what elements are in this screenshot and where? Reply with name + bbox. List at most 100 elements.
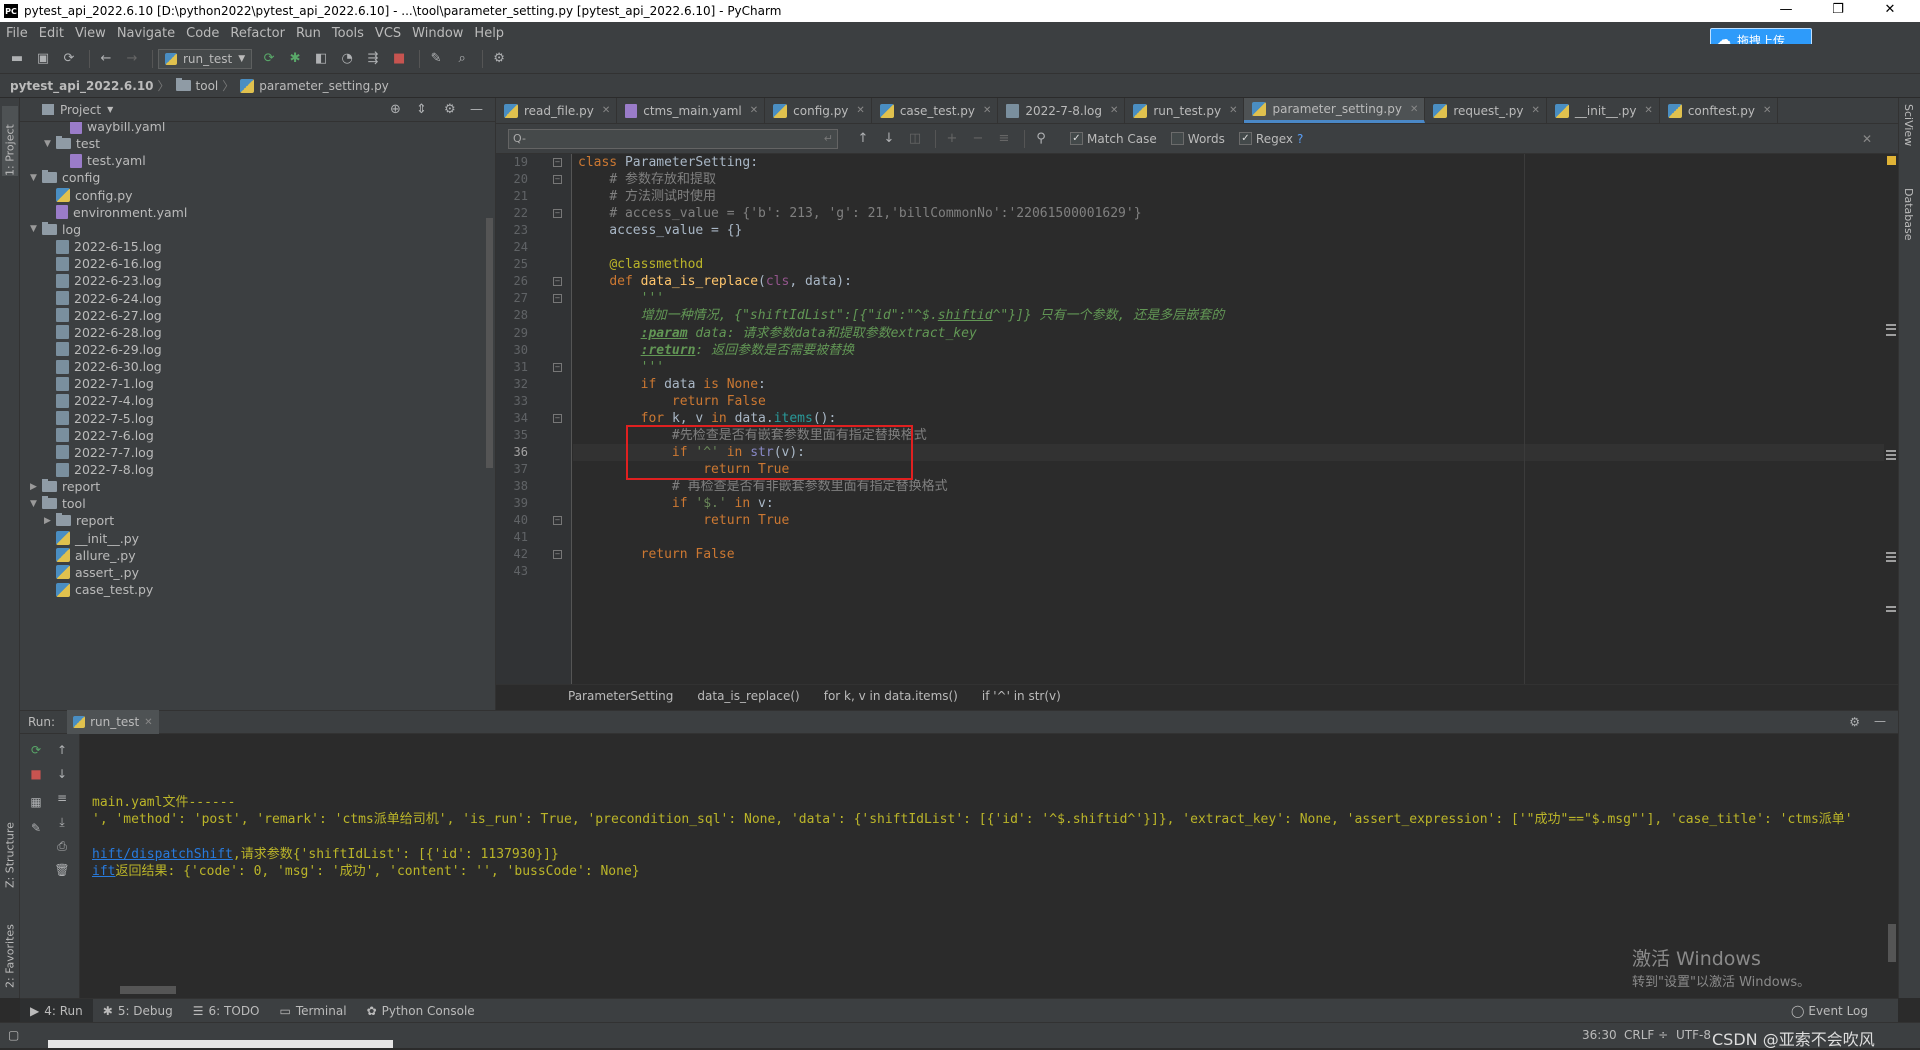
tree-item[interactable]: __init__.py: [44, 530, 139, 547]
close-tab-icon[interactable]: ✕: [602, 105, 610, 116]
find-input[interactable]: Q- ↵: [508, 128, 838, 149]
code-line[interactable]: # 参数存放和提取: [578, 171, 716, 188]
editor-breadcrumb-item[interactable]: for k, v in data.items(): [824, 689, 958, 703]
tree-item[interactable]: 2022-6-16.log: [44, 255, 162, 272]
project-panel-title[interactable]: Project: [60, 103, 101, 117]
tree-item[interactable]: 2022-6-23.log: [44, 272, 162, 289]
add-selection-icon[interactable]: +: [941, 128, 963, 150]
chevron-right-icon[interactable]: ▶: [44, 516, 56, 526]
debug-icon[interactable]: ✱: [284, 48, 306, 70]
fold-marker-icon[interactable]: −: [553, 277, 562, 287]
maximize-button[interactable]: ❐: [1812, 0, 1864, 22]
profile-icon[interactable]: ◔: [336, 48, 358, 70]
editor-breadcrumb-item[interactable]: ParameterSetting: [568, 689, 673, 703]
hide-icon[interactable]: —: [1874, 714, 1886, 728]
menu-item-tools[interactable]: Tools: [332, 26, 364, 41]
fold-marker-icon[interactable]: −: [553, 158, 562, 167]
sync-icon[interactable]: ⟳: [58, 48, 80, 70]
tree-item[interactable]: test.yaml: [58, 152, 146, 169]
coverage-icon[interactable]: ◧: [310, 48, 332, 70]
chevron-down-icon[interactable]: ▼: [30, 173, 42, 183]
checkbox-checked-icon[interactable]: ✓: [1070, 132, 1083, 145]
tree-item[interactable]: ▶ report: [44, 512, 114, 529]
tree-item[interactable]: 2022-7-4.log: [44, 392, 154, 409]
close-tab-icon[interactable]: ✕: [750, 105, 758, 116]
back-icon[interactable]: ←: [95, 48, 117, 70]
editor-tab[interactable]: conftest.py ✕: [1660, 98, 1779, 123]
bottom-tab[interactable]: ▶ 4: Run: [20, 998, 93, 1023]
editor-tab[interactable]: case_test.py ✕: [872, 98, 999, 123]
code-line[interactable]: :param data: 请求参数data和提取参数extract_key: [578, 325, 977, 342]
filter-icon[interactable]: ⚲: [1030, 128, 1052, 150]
bottom-tab[interactable]: ☰ 6: TODO: [183, 999, 270, 1023]
menu-item-code[interactable]: Code: [186, 26, 219, 41]
tree-item[interactable]: assert_.py: [44, 564, 139, 581]
chevron-down-icon[interactable]: ▼: [30, 224, 42, 234]
match-case-option[interactable]: ✓ Match Case: [1070, 132, 1157, 146]
favorites-tool-tab[interactable]: 2: Favorites: [2, 908, 18, 988]
run-config-select[interactable]: run_test ▼: [158, 48, 253, 69]
stop-icon[interactable]: ■: [26, 764, 46, 784]
vcs-icon[interactable]: ⚙: [488, 48, 510, 70]
layout-icon[interactable]: ▦: [26, 792, 46, 812]
menu-item-navigate[interactable]: Navigate: [117, 26, 175, 41]
tree-item[interactable]: 2022-7-6.log: [44, 427, 154, 444]
close-tab-icon[interactable]: ✕: [144, 717, 152, 728]
previous-occurrence-icon[interactable]: ↑: [852, 128, 874, 150]
fold-marker-icon[interactable]: −: [553, 516, 562, 526]
chevron-down-icon[interactable]: ▼: [107, 105, 113, 114]
chevron-right-icon[interactable]: ▶: [30, 482, 42, 492]
editor-tab[interactable]: request_.py ✕: [1425, 98, 1547, 123]
project-scrollbar[interactable]: [486, 218, 493, 468]
bottom-tab[interactable]: ✱ 5: Debug: [93, 999, 183, 1023]
code-line[interactable]: return False: [578, 546, 735, 563]
fold-marker-icon[interactable]: −: [553, 413, 562, 423]
remove-selection-icon[interactable]: −: [967, 128, 989, 150]
code-line[interactable]: @classmethod: [578, 256, 703, 273]
code-line[interactable]: return True: [578, 512, 789, 529]
soft-wrap-icon[interactable]: ≡: [52, 788, 72, 808]
code-line[interactable]: 增加一种情况, {"shiftIdList":[{"id":"^$.shifti…: [578, 307, 1225, 324]
menu-item-edit[interactable]: Edit: [39, 26, 64, 41]
warning-icon[interactable]: [1887, 156, 1896, 165]
breadcrumb-item[interactable]: parameter_setting.py: [259, 79, 389, 93]
editor-breadcrumb-item[interactable]: if '^' in str(v): [982, 689, 1061, 703]
menu-item-run[interactable]: Run: [296, 26, 321, 41]
tree-item[interactable]: waybill.yaml: [58, 122, 165, 135]
checkbox-unchecked-icon[interactable]: [1170, 132, 1184, 145]
wrench-icon[interactable]: ✎: [425, 48, 447, 70]
gear-icon[interactable]: ⚙: [1849, 715, 1860, 729]
editor-tab[interactable]: ctms_main.yaml ✕: [617, 98, 766, 123]
tree-item[interactable]: 2022-6-24.log: [44, 290, 162, 307]
code-line[interactable]: # 再检查是否有非嵌套参数里面有指定替换格式: [578, 478, 948, 495]
open-folder-icon[interactable]: ▬: [6, 48, 28, 70]
tree-item[interactable]: ▼ log: [30, 221, 81, 238]
tree-item[interactable]: 2022-6-27.log: [44, 307, 162, 324]
close-button[interactable]: ✕: [1864, 0, 1916, 22]
menu-item-window[interactable]: Window: [412, 26, 463, 41]
run-tab[interactable]: run_test ✕: [67, 710, 159, 734]
trash-icon[interactable]: 🗑: [52, 860, 72, 880]
caret-position[interactable]: 36:30: [1582, 1028, 1617, 1042]
code-line[interactable]: :return: 返回参数是否需要被替换: [578, 342, 854, 359]
close-tab-icon[interactable]: ✕: [1110, 105, 1118, 116]
menu-item-help[interactable]: Help: [474, 26, 504, 41]
tree-item[interactable]: 2022-7-5.log: [44, 410, 154, 427]
close-tab-icon[interactable]: ✕: [1229, 105, 1237, 116]
sciview-tool-tab[interactable]: SciView: [1902, 104, 1915, 146]
close-find-icon[interactable]: ✕: [1862, 132, 1872, 146]
tree-item[interactable]: environment.yaml: [44, 204, 187, 221]
tree-item[interactable]: ▶ report: [30, 478, 100, 495]
code-line[interactable]: # 方法测试时使用: [578, 188, 716, 205]
menu-item-vcs[interactable]: VCS: [375, 26, 401, 41]
fold-marker-icon[interactable]: −: [553, 209, 562, 219]
down-arrow-icon[interactable]: ↓: [52, 764, 72, 784]
editor-tab[interactable]: parameter_setting.py ✕: [1244, 98, 1426, 123]
project-tool-tab[interactable]: 1: Project: [2, 106, 18, 176]
tree-item[interactable]: 2022-7-7.log: [44, 444, 154, 461]
tree-item[interactable]: case_test.py: [44, 581, 153, 598]
code-line[interactable]: ''': [578, 359, 664, 376]
fold-marker-icon[interactable]: −: [553, 550, 562, 560]
code-line[interactable]: return False: [578, 393, 766, 410]
fold-marker-icon[interactable]: −: [553, 294, 562, 304]
